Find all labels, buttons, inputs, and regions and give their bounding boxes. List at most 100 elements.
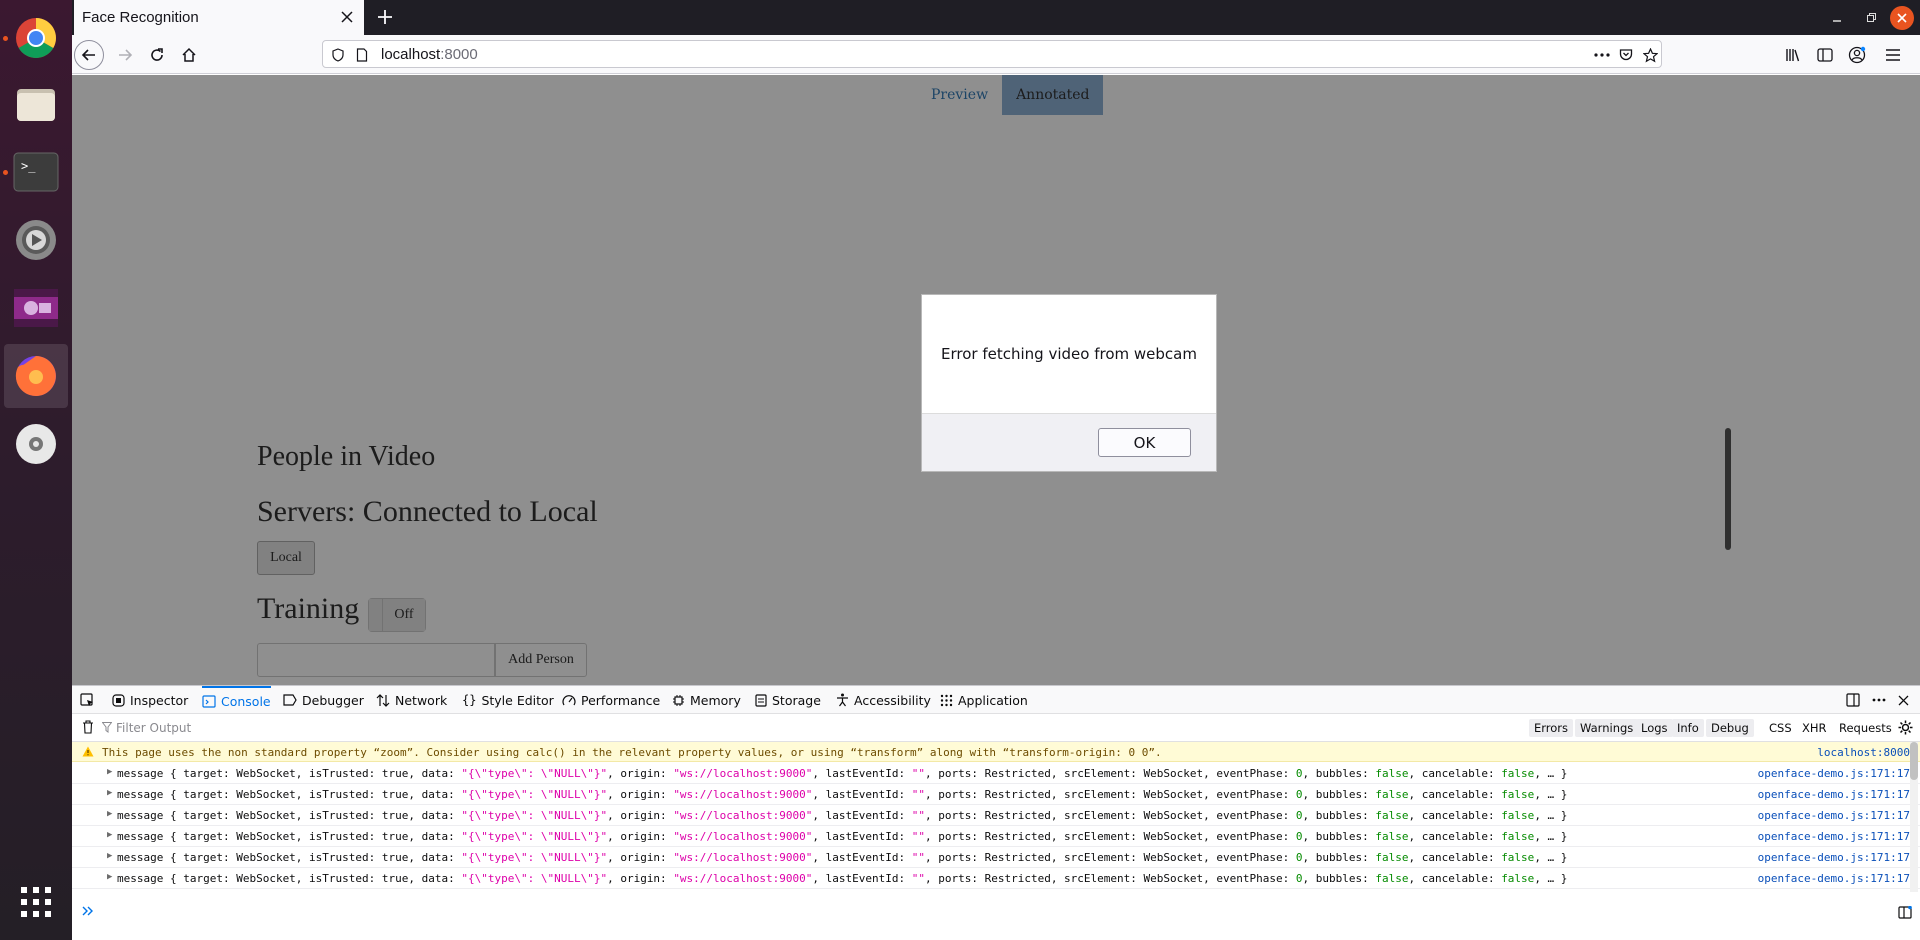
close-tab-icon[interactable] xyxy=(336,6,358,28)
log-part-prefix: message { target: WebSocket, isTrusted: … xyxy=(117,872,462,885)
browser-tab[interactable]: Face Recognition xyxy=(74,0,364,35)
log-part-prefix: message { target: WebSocket, isTrusted: … xyxy=(117,788,462,801)
log-part-mid3: , ports: Restricted, srcElement: WebSock… xyxy=(924,767,1296,780)
filter-output-input[interactable]: Filter Output xyxy=(116,721,191,735)
tab-inspector[interactable]: Inspector xyxy=(112,686,188,714)
log-row[interactable]: ▶ message { target: WebSocket, isTrusted:… xyxy=(72,784,1920,805)
expand-arrow-icon[interactable]: ▶ xyxy=(107,788,112,798)
devtools-more-icon[interactable] xyxy=(1872,686,1886,714)
log-row[interactable]: ▶ message { target: WebSocket, isTrusted:… xyxy=(72,868,1920,889)
devtools-close-icon[interactable] xyxy=(1898,686,1909,714)
page-content: Preview Annotated People in Video Server… xyxy=(72,75,1920,685)
log-source-link[interactable]: openface-demo.js:171:17 xyxy=(1758,851,1910,864)
scroll-thumb[interactable] xyxy=(1910,742,1918,780)
navigation-bar: localhost:8000 xyxy=(72,35,1920,74)
filter-css[interactable]: CSS xyxy=(1769,719,1792,737)
filter-errors[interactable]: Errors xyxy=(1529,719,1574,737)
settings-icon[interactable] xyxy=(0,208,72,272)
console-settings-icon[interactable] xyxy=(1898,720,1913,735)
filter-requests[interactable]: Requests xyxy=(1839,719,1892,737)
log-part-bubbles: false xyxy=(1375,830,1409,843)
disc-icon[interactable] xyxy=(0,412,72,476)
tab-performance[interactable]: Performance xyxy=(562,686,660,714)
tab-label: Inspector xyxy=(130,692,189,708)
url-text[interactable]: localhost:8000 xyxy=(381,46,478,63)
page-icon[interactable] xyxy=(351,44,373,66)
log-part-mid4: , bubbles: xyxy=(1302,767,1376,780)
video-icon[interactable] xyxy=(0,276,72,340)
log-part-bubbles: false xyxy=(1375,788,1409,801)
new-tab-icon[interactable] xyxy=(372,4,398,30)
log-part-mid1: , origin: xyxy=(607,788,674,801)
terminal-icon[interactable]: >_ xyxy=(0,140,72,204)
log-message: message { target: WebSocket, isTrusted: … xyxy=(117,788,1567,801)
log-source-link[interactable]: openface-demo.js:171:17 xyxy=(1758,767,1910,780)
log-part-mid2: , lastEventId: xyxy=(812,767,912,780)
tab-style-editor[interactable]: {} Style Editor xyxy=(462,686,554,714)
log-part-suffix: , … } xyxy=(1534,872,1568,885)
restore-icon[interactable] xyxy=(1859,6,1883,30)
element-picker-icon[interactable] xyxy=(80,686,95,714)
bookmark-star-icon[interactable] xyxy=(1639,44,1661,66)
expand-arrow-icon[interactable]: ▶ xyxy=(107,767,112,777)
dock-side-icon[interactable] xyxy=(1846,686,1860,714)
editor-mode-icon[interactable] xyxy=(1898,906,1912,919)
shield-icon[interactable] xyxy=(327,44,349,66)
filter-xhr[interactable]: XHR xyxy=(1802,719,1827,737)
tab-storage[interactable]: Storage xyxy=(755,686,821,714)
close-window-icon[interactable] xyxy=(1890,6,1914,30)
expand-arrow-icon[interactable]: ▶ xyxy=(107,830,112,840)
more-icon[interactable] xyxy=(1591,44,1613,66)
log-part-prefix: message { target: WebSocket, isTrusted: … xyxy=(117,767,462,780)
filter-debug[interactable]: Debug xyxy=(1706,719,1754,737)
log-part-mid4: , bubbles: xyxy=(1302,809,1376,822)
log-source-link[interactable]: openface-demo.js:171:17 xyxy=(1758,788,1910,801)
firefox-icon[interactable] xyxy=(4,344,68,408)
forward-icon[interactable] xyxy=(110,40,140,70)
log-source-link[interactable]: openface-demo.js:171:17 xyxy=(1758,809,1910,822)
menu-icon[interactable] xyxy=(1878,40,1908,70)
log-row[interactable]: ▶ message { target: WebSocket, isTrusted:… xyxy=(72,763,1920,784)
tab-accessibility[interactable]: Accessibility xyxy=(836,686,931,714)
library-icon[interactable] xyxy=(1778,40,1808,70)
log-part-lastEventId: "" xyxy=(911,830,925,843)
log-row[interactable]: ▶ message { target: WebSocket, isTrusted:… xyxy=(72,826,1920,847)
tab-network[interactable]: Network xyxy=(376,686,447,714)
home-icon[interactable] xyxy=(174,40,204,70)
trash-icon[interactable] xyxy=(82,720,94,734)
url-bar[interactable]: localhost:8000 xyxy=(322,40,1662,68)
tab-application[interactable]: Application xyxy=(940,686,1028,714)
tab-memory[interactable]: Memory xyxy=(672,686,741,714)
log-source-link[interactable]: openface-demo.js:171:17 xyxy=(1758,872,1910,885)
files-icon[interactable] xyxy=(0,72,72,136)
log-row[interactable]: ▶ message { target: WebSocket, isTrusted:… xyxy=(72,805,1920,826)
expand-arrow-icon[interactable]: ▶ xyxy=(107,851,112,861)
pocket-icon[interactable] xyxy=(1615,44,1637,66)
filter-logs[interactable]: Logs xyxy=(1636,719,1673,737)
warning-source-link[interactable]: localhost:8000 xyxy=(1817,746,1910,759)
account-icon[interactable] xyxy=(1842,40,1872,70)
log-source-link[interactable]: openface-demo.js:171:17 xyxy=(1758,830,1910,843)
log-part-lastEventId: "" xyxy=(911,851,925,864)
minimize-icon[interactable] xyxy=(1825,6,1849,30)
log-row[interactable]: ▶ message { target: WebSocket, isTrusted:… xyxy=(72,847,1920,868)
console-scrollbar[interactable] xyxy=(1910,742,1918,892)
back-icon[interactable] xyxy=(74,40,104,70)
filter-info[interactable]: Info xyxy=(1672,719,1704,737)
ok-button[interactable]: OK xyxy=(1098,428,1191,457)
console-input[interactable] xyxy=(72,896,1920,932)
expand-arrow-icon[interactable]: ▶ xyxy=(107,872,112,882)
expand-arrow-icon[interactable]: ▶ xyxy=(107,809,112,819)
filter-warnings[interactable]: Warnings xyxy=(1575,719,1639,737)
app-grid-icon[interactable] xyxy=(0,870,72,934)
chrome-icon[interactable] xyxy=(0,6,72,70)
console-warning: This page uses the non standard property… xyxy=(72,742,1920,762)
tab-debugger[interactable]: Debugger xyxy=(283,686,364,714)
tab-label: Performance xyxy=(581,692,661,708)
tab-label: Application xyxy=(958,692,1028,708)
reload-icon[interactable] xyxy=(142,40,172,70)
dialog-footer: OK xyxy=(922,413,1216,471)
tab-console[interactable]: Console xyxy=(202,686,271,714)
sidebar-icon[interactable] xyxy=(1810,40,1840,70)
log-part-cancelable: false xyxy=(1501,872,1535,885)
